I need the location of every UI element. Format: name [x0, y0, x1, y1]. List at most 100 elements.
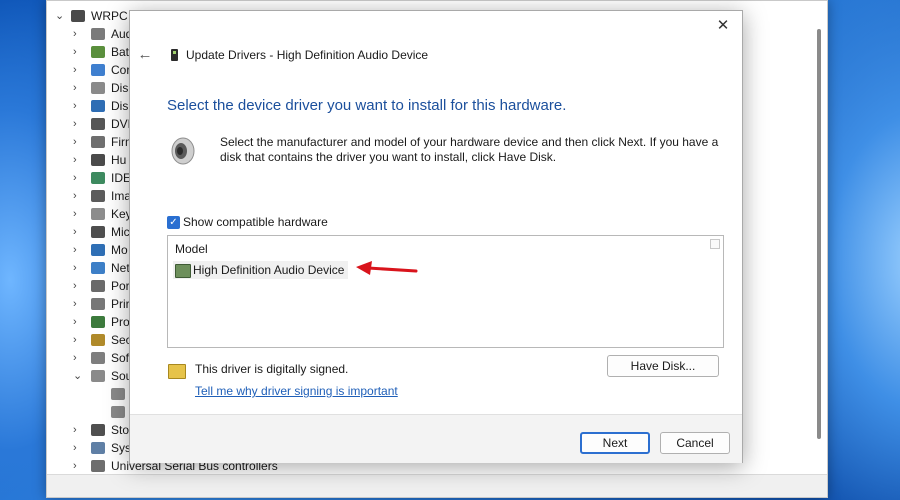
tree-item[interactable]: › Prir [47, 295, 137, 313]
tree-item-label: Ima [111, 189, 132, 203]
device-category-icon [91, 64, 105, 76]
driver-signing-link[interactable]: Tell me why driver signing is important [195, 384, 398, 398]
tree-item[interactable]: › Batt [47, 43, 137, 61]
chevron-right-icon[interactable]: › [73, 61, 83, 79]
tree-item[interactable]: › Audi [47, 25, 137, 43]
device-category-icon [91, 226, 105, 238]
show-compatible-label[interactable]: Show compatible hardware [183, 215, 328, 229]
chevron-right-icon[interactable]: › [73, 115, 83, 133]
update-drivers-dialog: ✕ ← Update Drivers - High Definition Aud… [129, 10, 743, 463]
list-resize-corner [710, 239, 720, 249]
chevron-right-icon[interactable]: › [73, 259, 83, 277]
tree-root-label: WRPC [91, 9, 128, 23]
chevron-right-icon[interactable]: › [73, 223, 83, 241]
device-category-icon [91, 280, 105, 292]
tree-item[interactable]: › Stor [47, 421, 137, 439]
tree-item[interactable]: › Ima [47, 187, 137, 205]
close-button[interactable]: ✕ [712, 16, 734, 36]
tree-item[interactable]: › Mic [47, 223, 137, 241]
audio-device-icon [175, 264, 191, 278]
chevron-right-icon[interactable]: › [73, 205, 83, 223]
red-arrow-annotation [356, 261, 418, 275]
tree-root[interactable]: ⌄ WRPC [47, 7, 137, 25]
tree-item[interactable]: › Sec [47, 331, 137, 349]
chevron-right-icon[interactable]: › [73, 421, 83, 439]
device-category-icon [91, 334, 105, 346]
tree-item[interactable]: › Syst [47, 439, 137, 457]
chevron-right-icon[interactable]: › [73, 187, 83, 205]
device-category-icon [91, 370, 105, 382]
tree-item[interactable]: › IDE [47, 169, 137, 187]
category-list: › Audi › Batt › Cor › Disk › Disp › DVD › Firm › Hu › IDE… [47, 25, 278, 475]
device-category-icon [91, 154, 105, 166]
model-listbox[interactable]: Model High Definition Audio Device [167, 235, 724, 348]
cancel-button[interactable]: Cancel [660, 432, 730, 454]
signed-status-text: This driver is digitally signed. [195, 362, 349, 376]
dialog-footer: Next Cancel [130, 414, 742, 463]
chevron-right-icon[interactable]: › [73, 169, 83, 187]
checkbox-checked-icon[interactable]: ✓ [167, 216, 180, 229]
tree-item-label: Por [111, 279, 130, 293]
device-category-icon [91, 46, 105, 58]
chevron-right-icon[interactable]: › [73, 25, 83, 43]
chevron-right-icon[interactable]: › [73, 79, 83, 97]
chevron-right-icon[interactable]: › [73, 133, 83, 151]
back-button[interactable]: ← [136, 46, 154, 64]
chevron-right-icon[interactable]: › [73, 331, 83, 349]
tree-item[interactable]: › Net [47, 259, 137, 277]
tree-item[interactable]: › Universal Serial Bus controllers [47, 457, 278, 475]
tree-item[interactable]: › Firm [47, 133, 137, 151]
back-arrow-icon[interactable]: ← [138, 46, 153, 63]
tree-item-label: Cor [111, 63, 131, 77]
device-icon [171, 49, 178, 61]
tree-item-label: Mic [111, 225, 130, 239]
chevron-right-icon[interactable]: › [73, 439, 83, 457]
tree-item[interactable]: › Cor [47, 61, 137, 79]
device-category-icon [91, 424, 105, 436]
device-category-icon [91, 172, 105, 184]
chevron-right-icon[interactable]: › [73, 151, 83, 169]
device-tree: ⌄ WRPC › Audi › Batt › Cor › Disk › Disp › DVD › Firm… [47, 7, 278, 475]
speaker-icon [171, 137, 195, 165]
chevron-down-icon[interactable]: ⌄ [73, 367, 83, 385]
tree-item[interactable]: › Disk [47, 79, 137, 97]
tree-item[interactable]: › DVD [47, 115, 137, 133]
chevron-right-icon[interactable]: › [73, 313, 83, 331]
close-icon[interactable]: ✕ [717, 17, 730, 34]
model-item-label[interactable]: High Definition Audio Device [193, 263, 344, 277]
tree-item[interactable]: › Por [47, 277, 137, 295]
tree-child-item[interactable] [47, 385, 137, 403]
device-category-icon [91, 82, 105, 94]
computer-icon [71, 10, 85, 22]
tree-item[interactable]: › Pro [47, 313, 137, 331]
vertical-scrollbar[interactable] [817, 29, 821, 439]
model-column-header: Model [175, 242, 208, 256]
device-category-icon [91, 118, 105, 130]
device-category-icon [91, 442, 105, 454]
tree-item-label: Net [111, 261, 130, 275]
dialog-title: Update Drivers - High Definition Audio D… [186, 48, 429, 62]
device-category-icon [91, 298, 105, 310]
chevron-right-icon[interactable]: › [73, 349, 83, 367]
list-item[interactable]: High Definition Audio Device [173, 261, 349, 279]
chevron-right-icon[interactable]: › [73, 277, 83, 295]
chevron-right-icon[interactable]: › [73, 241, 83, 259]
device-category-icon [91, 262, 105, 274]
tree-child-item[interactable] [47, 403, 137, 421]
tree-item[interactable]: › Mo [47, 241, 137, 259]
tree-item[interactable]: › Soft [47, 349, 137, 367]
have-disk-button[interactable]: Have Disk... [607, 355, 719, 377]
tree-item[interactable]: › Key [47, 205, 137, 223]
chevron-right-icon[interactable]: › [73, 457, 83, 475]
tree-item[interactable]: › Hu [47, 151, 137, 169]
speaker-icon [111, 406, 125, 418]
speaker-icon [111, 388, 125, 400]
chevron-down-icon[interactable]: ⌄ [55, 7, 65, 25]
chevron-right-icon[interactable]: › [73, 97, 83, 115]
chevron-right-icon[interactable]: › [73, 295, 83, 313]
next-button[interactable]: Next [580, 432, 650, 454]
tree-item[interactable]: ⌄ Sou [47, 367, 137, 385]
chevron-right-icon[interactable]: › [73, 43, 83, 61]
tree-item[interactable]: › Disp [47, 97, 137, 115]
status-bar [47, 474, 827, 497]
